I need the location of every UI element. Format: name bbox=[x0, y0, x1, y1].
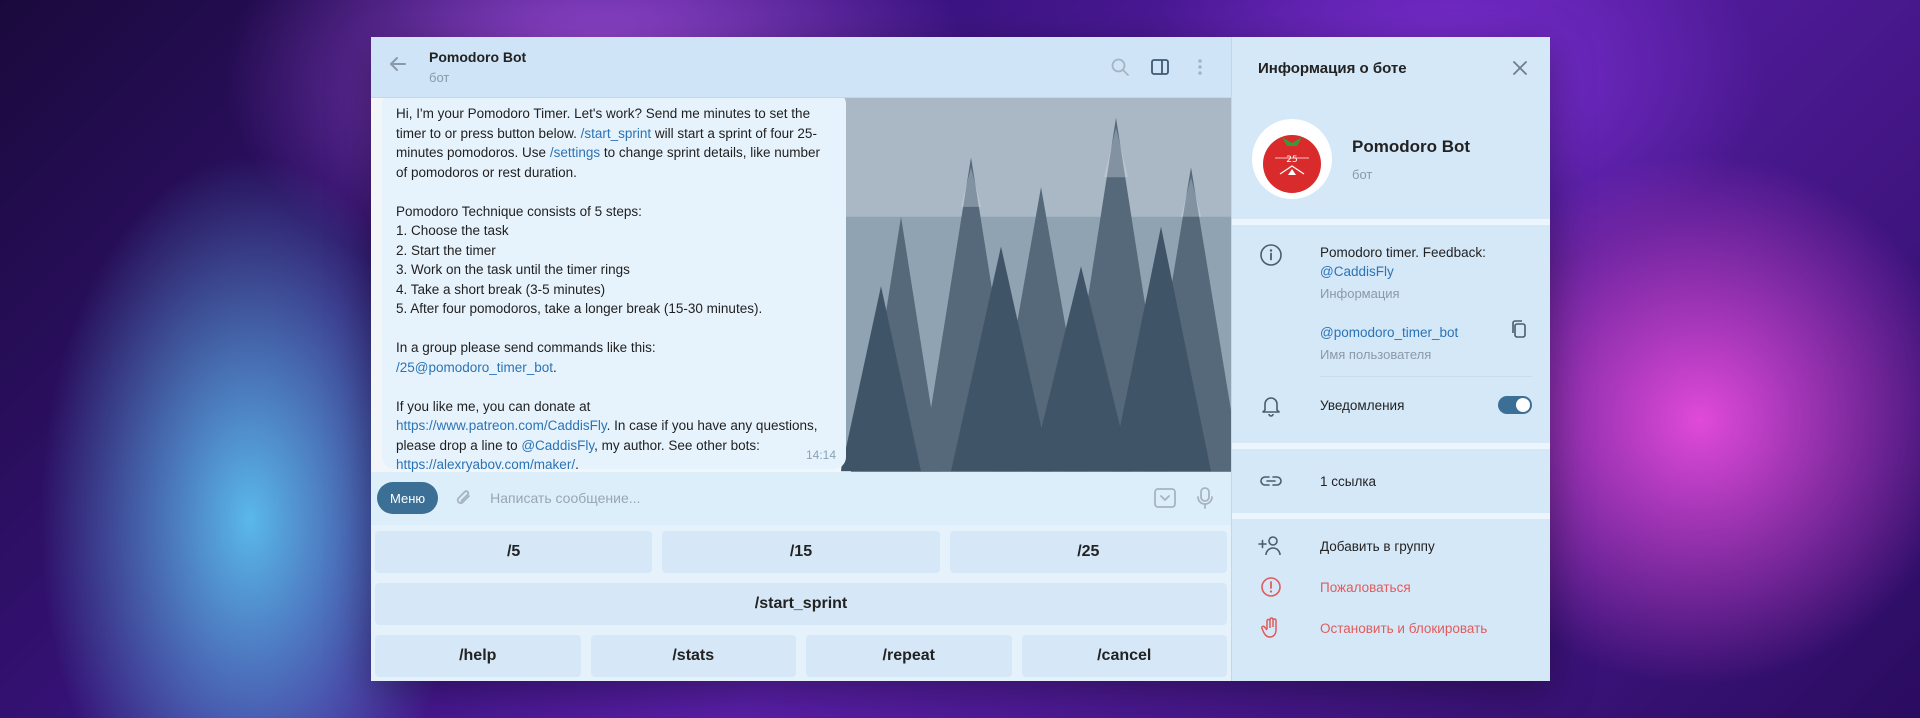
info-title: Информация о боте bbox=[1258, 59, 1407, 77]
bot-avatar[interactable]: 25 bbox=[1252, 119, 1332, 199]
chat-subtitle: бот bbox=[429, 70, 450, 86]
chat-title: Pomodoro Bot bbox=[429, 49, 527, 66]
cmd-start-sprint-button[interactable]: /start_sprint bbox=[375, 583, 1227, 625]
telegram-window: Pomodoro Bot бот Hi, I'm your Pomodoro T… bbox=[371, 37, 1550, 681]
actions-section: Добавить в группу Пожаловаться Остановит… bbox=[1232, 519, 1550, 681]
chat-header: Pomodoro Bot бот bbox=[371, 37, 1231, 99]
info-header: Информация о боте bbox=[1232, 37, 1550, 99]
keyboard-row: /5 /15 /25 bbox=[375, 531, 1227, 573]
block-row[interactable]: Остановить и блокировать bbox=[1232, 615, 1550, 641]
notifications-label: Уведомления bbox=[1320, 397, 1405, 413]
chat-pane: Pomodoro Bot бот Hi, I'm your Pomodoro T… bbox=[371, 37, 1231, 681]
microphone-icon[interactable] bbox=[1185, 486, 1225, 510]
keyboard-row: /help /stats /repeat /cancel bbox=[375, 635, 1227, 677]
add-to-group-label: Добавить в группу bbox=[1320, 538, 1435, 554]
patreon-link[interactable]: https://www.patreon.com/CaddisFly bbox=[396, 418, 607, 433]
bot-reply-keyboard: /5 /15 /25 /start_sprint /help /stats /r… bbox=[371, 525, 1231, 681]
message-input[interactable] bbox=[490, 490, 1145, 507]
username-link[interactable]: @pomodoro_timer_bot bbox=[1320, 323, 1532, 342]
start-sprint-link[interactable]: /start_sprint bbox=[581, 126, 652, 141]
message-text: . bbox=[575, 457, 579, 472]
bot-name: Pomodoro Bot bbox=[1352, 136, 1471, 156]
description-label: Информация bbox=[1320, 286, 1400, 301]
more-vertical-icon[interactable] bbox=[1183, 50, 1217, 84]
username-label: Имя пользователя bbox=[1320, 347, 1432, 362]
links-row[interactable]: 1 ссылка bbox=[1232, 472, 1550, 491]
cmd-5-button[interactable]: /5 bbox=[375, 531, 653, 573]
add-user-icon bbox=[1256, 535, 1286, 557]
cmd-repeat-button[interactable]: /repeat bbox=[806, 635, 1012, 677]
block-label: Остановить и блокировать bbox=[1320, 620, 1488, 636]
links-section: 1 ссылка bbox=[1232, 449, 1550, 513]
username-row[interactable]: @pomodoro_timer_bot Имя пользователя bbox=[1232, 303, 1550, 364]
keyboard-row: /start_sprint bbox=[375, 583, 1227, 625]
copy-icon[interactable] bbox=[1510, 319, 1528, 344]
description-row: Pomodoro timer. Feedback: @CaddisFly Инф… bbox=[1232, 225, 1550, 303]
bot-info-panel: Информация о боте 25 Pomodoro Bot бот Po… bbox=[1231, 37, 1550, 681]
forest-background-image bbox=[841, 98, 1231, 472]
bot-type: бот bbox=[1352, 166, 1373, 182]
message-time: 14:14 bbox=[805, 447, 836, 462]
close-icon[interactable] bbox=[1508, 56, 1532, 80]
report-icon bbox=[1256, 576, 1286, 598]
stop-hand-icon bbox=[1256, 617, 1286, 639]
link-icon bbox=[1256, 474, 1286, 488]
message-composer: Меню bbox=[371, 471, 1231, 525]
cmd-stats-button[interactable]: /stats bbox=[590, 635, 796, 677]
message-text: , my author. See other bots: bbox=[594, 437, 760, 453]
report-row[interactable]: Пожаловаться bbox=[1232, 574, 1550, 600]
bot-menu-button[interactable]: Меню bbox=[377, 482, 439, 515]
feedback-link[interactable]: @CaddisFly bbox=[1320, 262, 1532, 281]
maker-link[interactable]: https://alexryabov.com/maker/ bbox=[396, 457, 575, 471]
bot-profile: 25 Pomodoro Bot бот bbox=[1232, 99, 1550, 219]
bot-keyboard-icon[interactable] bbox=[1145, 486, 1185, 510]
chat-title-block[interactable]: Pomodoro Bot бот bbox=[429, 49, 1097, 85]
description-text: Pomodoro timer. Feedback: bbox=[1320, 245, 1486, 260]
attach-icon[interactable] bbox=[450, 487, 478, 509]
author-link[interactable]: @CaddisFly bbox=[521, 438, 594, 453]
message-text: to change sprint details, like number of… bbox=[396, 145, 820, 356]
cmd-15-button[interactable]: /15 bbox=[662, 531, 940, 573]
message-area[interactable]: Hi, I'm your Pomodoro Timer. Let's work?… bbox=[371, 98, 1231, 472]
info-section: Pomodoro timer. Feedback: @CaddisFly Инф… bbox=[1232, 225, 1550, 443]
cmd-cancel-button[interactable]: /cancel bbox=[1021, 635, 1227, 677]
back-arrow-icon[interactable] bbox=[385, 54, 411, 80]
links-count: 1 ссылка bbox=[1320, 473, 1377, 489]
notifications-toggle[interactable] bbox=[1498, 396, 1532, 414]
bell-icon bbox=[1256, 393, 1286, 417]
group-command-link[interactable]: /25@pomodoro_timer_bot bbox=[396, 360, 553, 375]
avatar-number: 25 bbox=[1286, 155, 1297, 165]
settings-link[interactable]: /settings bbox=[550, 145, 600, 160]
notifications-row[interactable]: Уведомления bbox=[1232, 377, 1550, 417]
cmd-help-button[interactable]: /help bbox=[375, 635, 581, 677]
info-icon bbox=[1256, 243, 1286, 267]
search-icon[interactable] bbox=[1103, 50, 1137, 84]
report-label: Пожаловаться bbox=[1320, 579, 1411, 595]
sidebar-toggle-icon[interactable] bbox=[1143, 50, 1177, 84]
add-to-group-row[interactable]: Добавить в группу bbox=[1232, 533, 1550, 559]
bot-message-bubble: Hi, I'm your Pomodoro Timer. Let's work?… bbox=[382, 98, 846, 472]
cmd-25-button[interactable]: /25 bbox=[949, 531, 1227, 573]
